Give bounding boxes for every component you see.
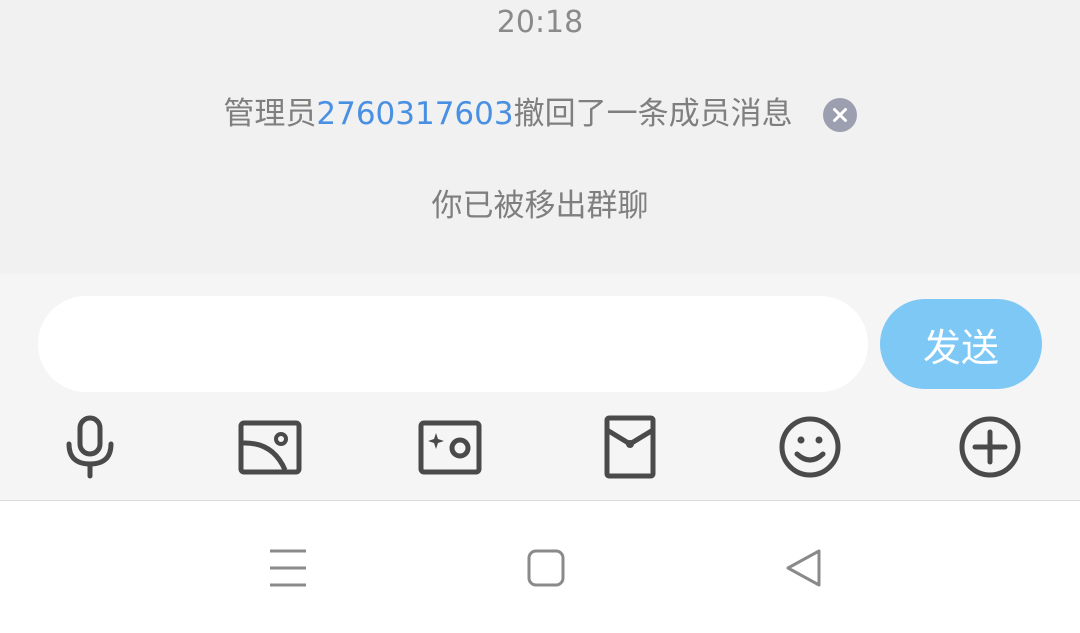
back-button[interactable] <box>779 543 829 593</box>
close-icon <box>832 108 847 122</box>
home-button[interactable] <box>521 543 571 593</box>
red-packet-icon <box>604 415 656 479</box>
image-button[interactable] <box>235 412 305 482</box>
menu-button[interactable] <box>263 543 313 593</box>
input-panel: 发送 <box>0 274 1080 500</box>
send-button[interactable]: 发送 <box>880 299 1042 389</box>
message-timestamp: 20:18 <box>496 5 584 40</box>
more-button[interactable] <box>955 412 1025 482</box>
admin-id-link[interactable]: 2760317603 <box>316 94 513 134</box>
removed-from-group-notice: 你已被移出群聊 <box>431 188 649 224</box>
red-packet-button[interactable] <box>595 412 665 482</box>
chat-screen: 20:18 管理员 2760317603 撤回了一条成员消息 你已被移出群聊 发送 <box>0 0 1080 633</box>
menu-icon <box>270 549 306 587</box>
recall-notice-prefix: 管理员 <box>223 96 317 132</box>
chat-message-area[interactable]: 20:18 管理员 2760317603 撤回了一条成员消息 你已被移出群聊 <box>0 0 1080 274</box>
voice-button[interactable] <box>55 412 125 482</box>
camera-button[interactable] <box>415 412 485 482</box>
camera-icon <box>418 420 482 475</box>
microphone-icon <box>66 415 114 479</box>
image-icon <box>238 420 302 475</box>
emoji-button[interactable] <box>775 412 845 482</box>
back-icon <box>786 549 821 587</box>
dismiss-notice-button[interactable] <box>822 98 857 132</box>
recall-notice: 管理员 2760317603 撤回了一条成员消息 <box>0 94 1080 134</box>
emoji-icon <box>779 416 841 478</box>
plus-icon <box>959 416 1021 478</box>
message-input[interactable] <box>38 296 868 392</box>
recall-notice-suffix: 撤回了一条成员消息 <box>513 96 793 132</box>
input-toolbar <box>0 412 1080 482</box>
home-icon <box>527 549 565 587</box>
system-navigation-bar <box>0 501 1080 633</box>
